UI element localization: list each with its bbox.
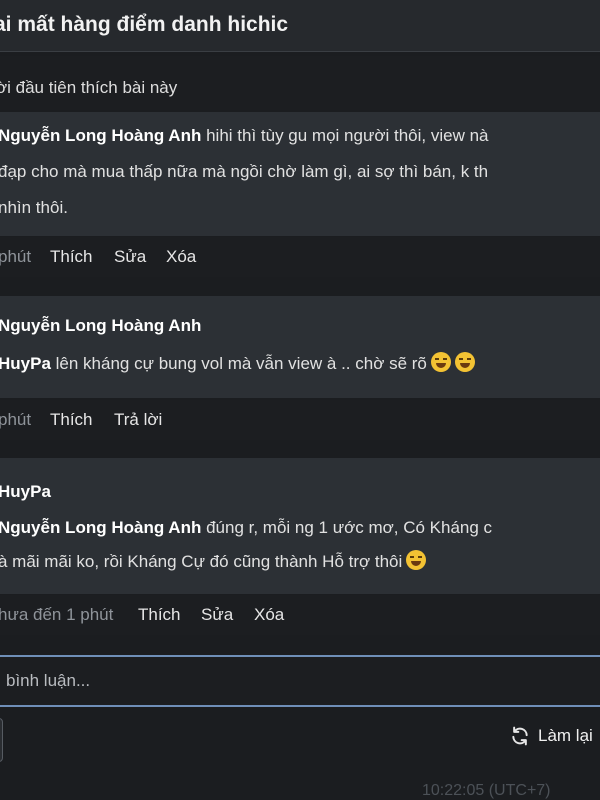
comment-1-line-3: nhìn thôi. bbox=[0, 198, 68, 217]
edit-button[interactable]: Sửa bbox=[114, 247, 146, 267]
reload-label: Làm lại bbox=[538, 726, 593, 745]
comment-3-line-2: à mãi mãi ko, rồi Kháng Cự đó cũng thành… bbox=[0, 550, 427, 572]
delete-button[interactable]: Xóa bbox=[166, 247, 196, 267]
comment-text: hihi thì tùy gu mọi người thôi, view nà bbox=[201, 126, 489, 145]
comment-time: hưa đến 1 phút bbox=[0, 605, 114, 624]
attach-button[interactable] bbox=[0, 718, 3, 762]
like-button[interactable]: Thích bbox=[138, 605, 181, 625]
post-title: ai mất hàng điểm danh hichic bbox=[0, 13, 289, 36]
mention-link[interactable]: Nguyễn Long Hoàng Anh bbox=[0, 518, 201, 537]
comment-3: HuyPa Nguyễn Long Hoàng Anh đúng r, mỗi … bbox=[0, 458, 600, 594]
comment-input[interactable] bbox=[0, 657, 600, 705]
comment-3-actions: hưa đến 1 phút Thích Sửa Xóa bbox=[0, 595, 600, 635]
like-button[interactable]: Thích bbox=[50, 247, 93, 267]
comment-1-line-1: Nguyễn Long Hoàng Anh hihi thì tùy gu mọ… bbox=[0, 126, 488, 146]
comment-text: đúng r, mỗi ng 1 ước mơ, Có Kháng c bbox=[201, 518, 493, 537]
comment-input-box bbox=[0, 655, 600, 707]
mention-link[interactable]: HuyPa bbox=[0, 354, 51, 373]
comment-text: à mãi mãi ko, rồi Kháng Cự đó cũng thành… bbox=[0, 552, 403, 571]
edit-button[interactable]: Sửa bbox=[201, 605, 233, 625]
comment-author[interactable]: Nguyễn Long Hoàng Anh bbox=[0, 316, 201, 335]
reload-button[interactable]: Làm lại bbox=[510, 726, 593, 746]
likes-summary: ời đầu tiên thích bài này bbox=[0, 56, 600, 110]
comment-2-text-line: HuyPa lên kháng cự bung vol mà vẫn view … bbox=[0, 352, 475, 374]
comment-2-author-line: Nguyễn Long Hoàng Anh bbox=[0, 316, 201, 336]
comment-3-line-1: Nguyễn Long Hoàng Anh đúng r, mỗi ng 1 ư… bbox=[0, 518, 492, 538]
delete-button[interactable]: Xóa bbox=[254, 605, 284, 625]
rofl-emoji-icon bbox=[430, 352, 451, 372]
comment-author[interactable]: Nguyễn Long Hoàng Anh bbox=[0, 126, 201, 145]
comment-2-actions: phút Thích Trả lời bbox=[0, 400, 600, 440]
laughing-emoji-icon bbox=[406, 550, 427, 570]
comment-3-author-line: HuyPa bbox=[0, 482, 51, 502]
footer-timestamp: 10:22:05 (UTC+7) bbox=[422, 782, 551, 799]
comment-time: phút bbox=[0, 410, 32, 429]
refresh-icon bbox=[512, 726, 528, 746]
comment-2: Nguyễn Long Hoàng Anh HuyPa lên kháng cự… bbox=[0, 296, 600, 398]
post-title-bar: ai mất hàng điểm danh hichic bbox=[0, 0, 600, 52]
comment-time: phút bbox=[0, 247, 32, 266]
like-button[interactable]: Thích bbox=[50, 410, 93, 430]
likes-summary-text: ời đầu tiên thích bài này bbox=[0, 78, 178, 97]
comment-footer: Làm lại 10:22:05 (UTC+7) bbox=[0, 710, 600, 800]
comment-1-line-2: đạp cho mà mua thấp nữa mà ngồi chờ làm … bbox=[0, 162, 489, 181]
comment-author[interactable]: HuyPa bbox=[0, 482, 51, 501]
rofl-emoji-icon bbox=[454, 352, 475, 372]
comment-text: lên kháng cự bung vol mà vẫn view à .. c… bbox=[50, 354, 427, 373]
comment-1-actions: phút Thích Sửa Xóa bbox=[0, 237, 600, 277]
reply-button[interactable]: Trả lời bbox=[114, 410, 162, 430]
comment-1: Nguyễn Long Hoàng Anh hihi thì tùy gu mọ… bbox=[0, 112, 600, 236]
